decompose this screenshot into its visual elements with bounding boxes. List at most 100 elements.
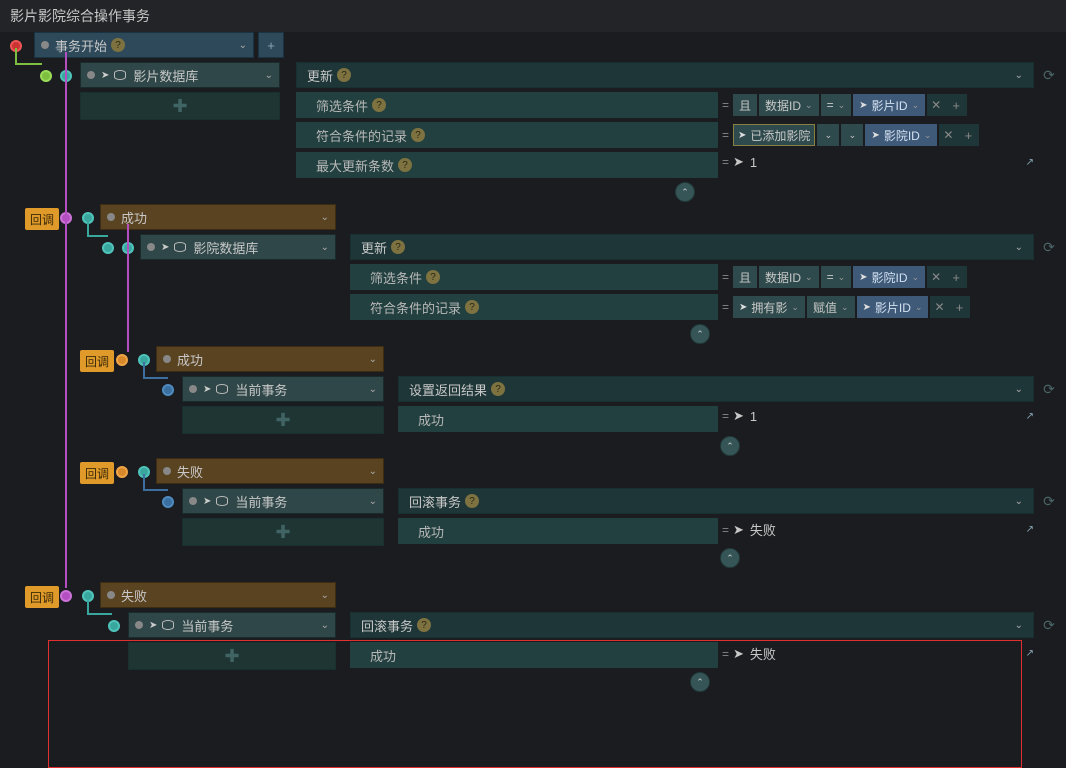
add-child-button[interactable]: ✚	[80, 92, 280, 120]
reload-icon[interactable]: ⟳	[1040, 62, 1058, 88]
connector-in[interactable]	[102, 242, 114, 254]
connector-in[interactable]	[122, 242, 134, 254]
remove-row[interactable]: ✕	[939, 124, 957, 146]
rollback-action[interactable]: 回滚事务? ⌄	[398, 488, 1034, 514]
op-eq[interactable]: =⌄	[821, 94, 852, 116]
add-step-button[interactable]: +	[258, 32, 284, 58]
connector-cb[interactable]	[116, 354, 128, 366]
cinema-db-node[interactable]: ➤ 影院数据库 ⌄	[140, 234, 336, 260]
add-child-button[interactable]: ✚	[182, 518, 384, 546]
update-action[interactable]: 更新? ⌄	[296, 62, 1034, 88]
connector-in[interactable]	[60, 70, 72, 82]
reload-icon[interactable]: ⟳	[1040, 488, 1058, 514]
collapse-toggle[interactable]: ⌃	[720, 548, 740, 568]
collapse-toggle[interactable]: ⌃	[690, 672, 710, 692]
add-child-button[interactable]: ✚	[128, 642, 336, 670]
chevron-down-icon[interactable]: ⌄	[1015, 620, 1023, 631]
add-child-button[interactable]: ✚	[182, 406, 384, 434]
connector-start[interactable]	[10, 40, 22, 52]
add-row[interactable]: +	[957, 124, 979, 146]
reload-icon[interactable]: ⟳	[1040, 376, 1058, 402]
expand-arrow[interactable]: ↗	[1026, 524, 1034, 535]
remove-cond[interactable]: ✕	[927, 266, 945, 288]
branch-label: 失败	[177, 462, 203, 481]
rollback-action[interactable]: 回滚事务? ⌄	[350, 612, 1034, 638]
connector-in[interactable]	[82, 590, 94, 602]
chevron-down-icon[interactable]: ⌄	[1015, 496, 1023, 507]
help-icon[interactable]: ?	[391, 240, 405, 254]
remove-cond[interactable]: ✕	[927, 94, 945, 116]
success-branch[interactable]: 成功 ⌄	[100, 204, 336, 230]
current-trans-node[interactable]: ➤ 当前事务 ⌄	[182, 488, 384, 514]
dropdown[interactable]: ⌄	[841, 124, 863, 146]
help-icon[interactable]: ?	[465, 494, 479, 508]
var-cinemaid[interactable]: ➤影院ID⌄	[865, 124, 937, 146]
reload-icon[interactable]: ⟳	[1040, 612, 1058, 638]
chevron-down-icon[interactable]: ⌄	[369, 384, 377, 395]
var-cinemaid[interactable]: ➤影院ID⌄	[853, 266, 925, 288]
chevron-down-icon[interactable]: ⌄	[1015, 70, 1023, 81]
set-result-action[interactable]: 设置返回结果? ⌄	[398, 376, 1034, 402]
chevron-down-icon[interactable]: ⌄	[239, 40, 247, 51]
connector-in[interactable]	[138, 354, 150, 366]
start-node[interactable]: 事务开始 ? ⌄	[34, 32, 254, 58]
expand-arrow[interactable]: ↗	[1026, 157, 1034, 168]
chevron-down-icon[interactable]: ⌄	[321, 590, 329, 601]
help-icon[interactable]: ?	[111, 38, 125, 52]
op-eq[interactable]: =⌄	[821, 266, 852, 288]
var-movieid[interactable]: ➤影片ID⌄	[853, 94, 925, 116]
expand-arrow[interactable]: ↗	[1026, 648, 1034, 659]
remove-row[interactable]: ✕	[930, 296, 948, 318]
current-trans-node[interactable]: ➤ 当前事务 ⌄	[182, 376, 384, 402]
var-movieid[interactable]: ➤影片ID⌄	[857, 296, 929, 318]
connector-cb[interactable]	[116, 466, 128, 478]
movie-db-node[interactable]: ➤ 影片数据库 ⌄	[80, 62, 280, 88]
field-dataid[interactable]: 数据ID⌄	[759, 94, 819, 116]
expand-arrow[interactable]: ↗	[1026, 411, 1034, 422]
help-icon[interactable]: ?	[465, 300, 479, 314]
chevron-down-icon[interactable]: ⌄	[369, 354, 377, 365]
field-dataid[interactable]: 数据ID⌄	[759, 266, 819, 288]
chevron-down-icon[interactable]: ⌄	[369, 466, 377, 477]
help-icon[interactable]: ?	[411, 128, 425, 142]
connector-in[interactable]	[82, 212, 94, 224]
reload-icon[interactable]: ⟳	[1040, 234, 1058, 260]
chevron-down-icon[interactable]: ⌄	[321, 212, 329, 223]
help-icon[interactable]: ?	[417, 618, 431, 632]
collapse-toggle[interactable]: ⌃	[675, 182, 695, 202]
help-icon[interactable]: ?	[398, 158, 412, 172]
chevron-down-icon[interactable]: ⌄	[1015, 384, 1023, 395]
op-assign[interactable]: 赋值⌄	[807, 296, 855, 318]
collapse-toggle[interactable]: ⌃	[690, 324, 710, 344]
dropdown[interactable]: ⌄	[817, 124, 839, 146]
current-trans-node[interactable]: ➤ 当前事务 ⌄	[128, 612, 336, 638]
chevron-down-icon[interactable]: ⌄	[321, 620, 329, 631]
chevron-down-icon[interactable]: ⌄	[369, 496, 377, 507]
success-branch-inner[interactable]: 成功 ⌄	[156, 346, 384, 372]
connector-in[interactable]	[162, 496, 174, 508]
fail-branch[interactable]: 失败 ⌄	[100, 582, 336, 608]
connector-cb[interactable]	[60, 590, 72, 602]
connector-in[interactable]	[162, 384, 174, 396]
fail-branch-inner[interactable]: 失败 ⌄	[156, 458, 384, 484]
logic-and[interactable]: 且	[733, 266, 757, 288]
logic-and[interactable]: 且	[733, 94, 757, 116]
connector-cb[interactable]	[60, 212, 72, 224]
update-action[interactable]: 更新? ⌄	[350, 234, 1034, 260]
connector-out-green[interactable]	[40, 70, 52, 82]
help-icon[interactable]: ?	[372, 98, 386, 112]
help-icon[interactable]: ?	[491, 382, 505, 396]
var-added-cinema[interactable]: ➤已添加影院	[733, 124, 815, 146]
help-icon[interactable]: ?	[337, 68, 351, 82]
add-row[interactable]: +	[948, 296, 970, 318]
var-own-movie[interactable]: ➤拥有影⌄	[733, 296, 805, 318]
help-icon[interactable]: ?	[426, 270, 440, 284]
connector-in[interactable]	[108, 620, 120, 632]
connector-in[interactable]	[138, 466, 150, 478]
chevron-down-icon[interactable]: ⌄	[265, 70, 273, 81]
chevron-down-icon[interactable]: ⌄	[321, 242, 329, 253]
chevron-down-icon[interactable]: ⌄	[1015, 242, 1023, 253]
collapse-toggle[interactable]: ⌃	[720, 436, 740, 456]
add-cond[interactable]: +	[945, 266, 967, 288]
add-cond[interactable]: +	[945, 94, 967, 116]
